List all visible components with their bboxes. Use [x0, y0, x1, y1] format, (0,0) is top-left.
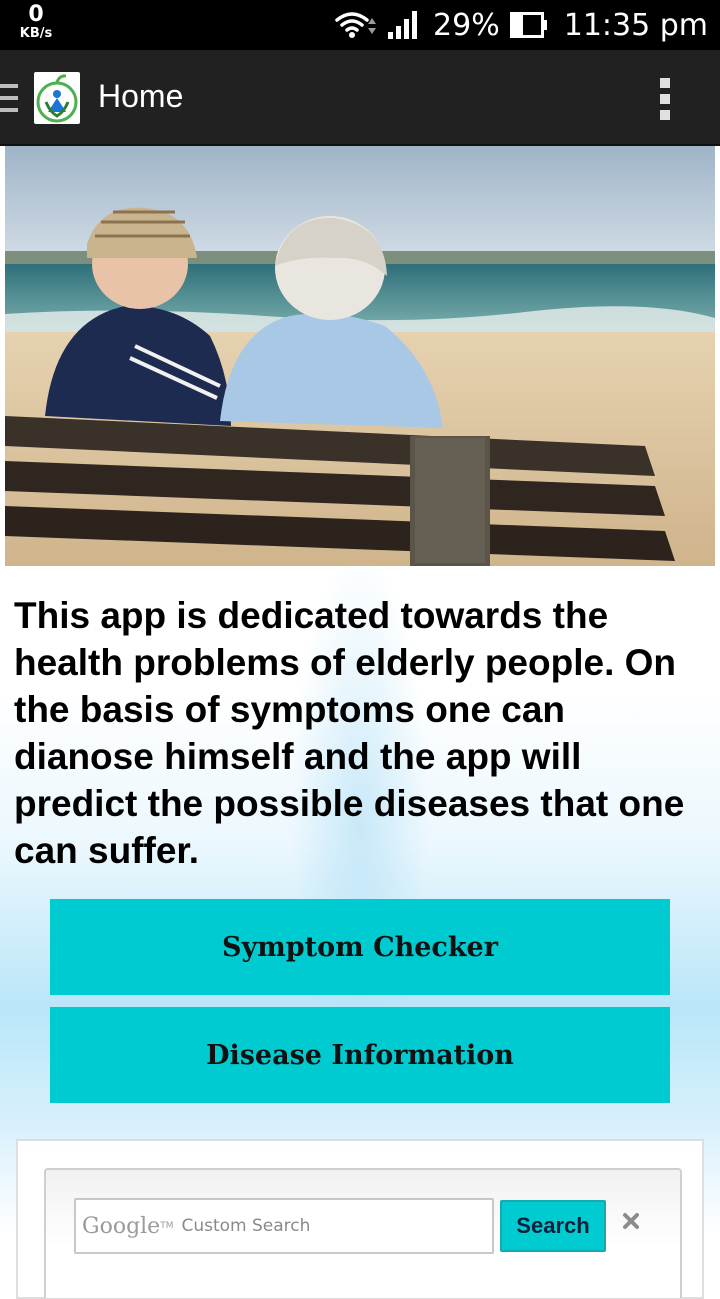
clock: 11:35 pm — [563, 7, 708, 43]
google-trademark: TM — [160, 1221, 174, 1231]
app-description: This app is dedicated towards the health… — [14, 595, 685, 871]
app-logo-icon[interactable] — [34, 72, 80, 124]
google-search-panel: Google TM Custom Search Search — [16, 1139, 704, 1299]
net-speed-unit: KB/s — [19, 26, 53, 41]
signal-icon — [388, 11, 418, 39]
status-icons: 29% 11:35 pm — [335, 0, 708, 50]
hero-image-elderly-couple-on-bench — [5, 146, 715, 566]
symptom-checker-button[interactable]: Symptom Checker — [50, 899, 670, 995]
search-input[interactable]: Google TM Custom Search — [74, 1198, 494, 1254]
main-content: This app is dedicated towards the health… — [0, 146, 720, 1299]
search-button[interactable]: Search — [500, 1200, 606, 1252]
overflow-menu-icon[interactable] — [654, 78, 678, 120]
google-logo: Google — [82, 1213, 161, 1239]
clear-search-icon[interactable] — [622, 1212, 640, 1230]
battery-percent: 29% — [433, 7, 500, 43]
drawer-icon[interactable] — [0, 82, 20, 114]
search-box-container: Google TM Custom Search Search — [44, 1168, 682, 1298]
search-placeholder: Custom Search — [181, 1216, 311, 1236]
battery-icon — [509, 12, 547, 38]
wifi-icon — [335, 12, 377, 38]
network-speed-indicator: 0 KB/s — [14, 2, 58, 41]
action-bar: Home — [0, 50, 720, 146]
disease-information-button[interactable]: Disease Information — [50, 1007, 670, 1103]
page-title: Home — [98, 78, 184, 114]
status-bar: 0 KB/s 29% 11:35 pm — [0, 0, 720, 50]
net-speed-value: 0 — [28, 2, 44, 27]
